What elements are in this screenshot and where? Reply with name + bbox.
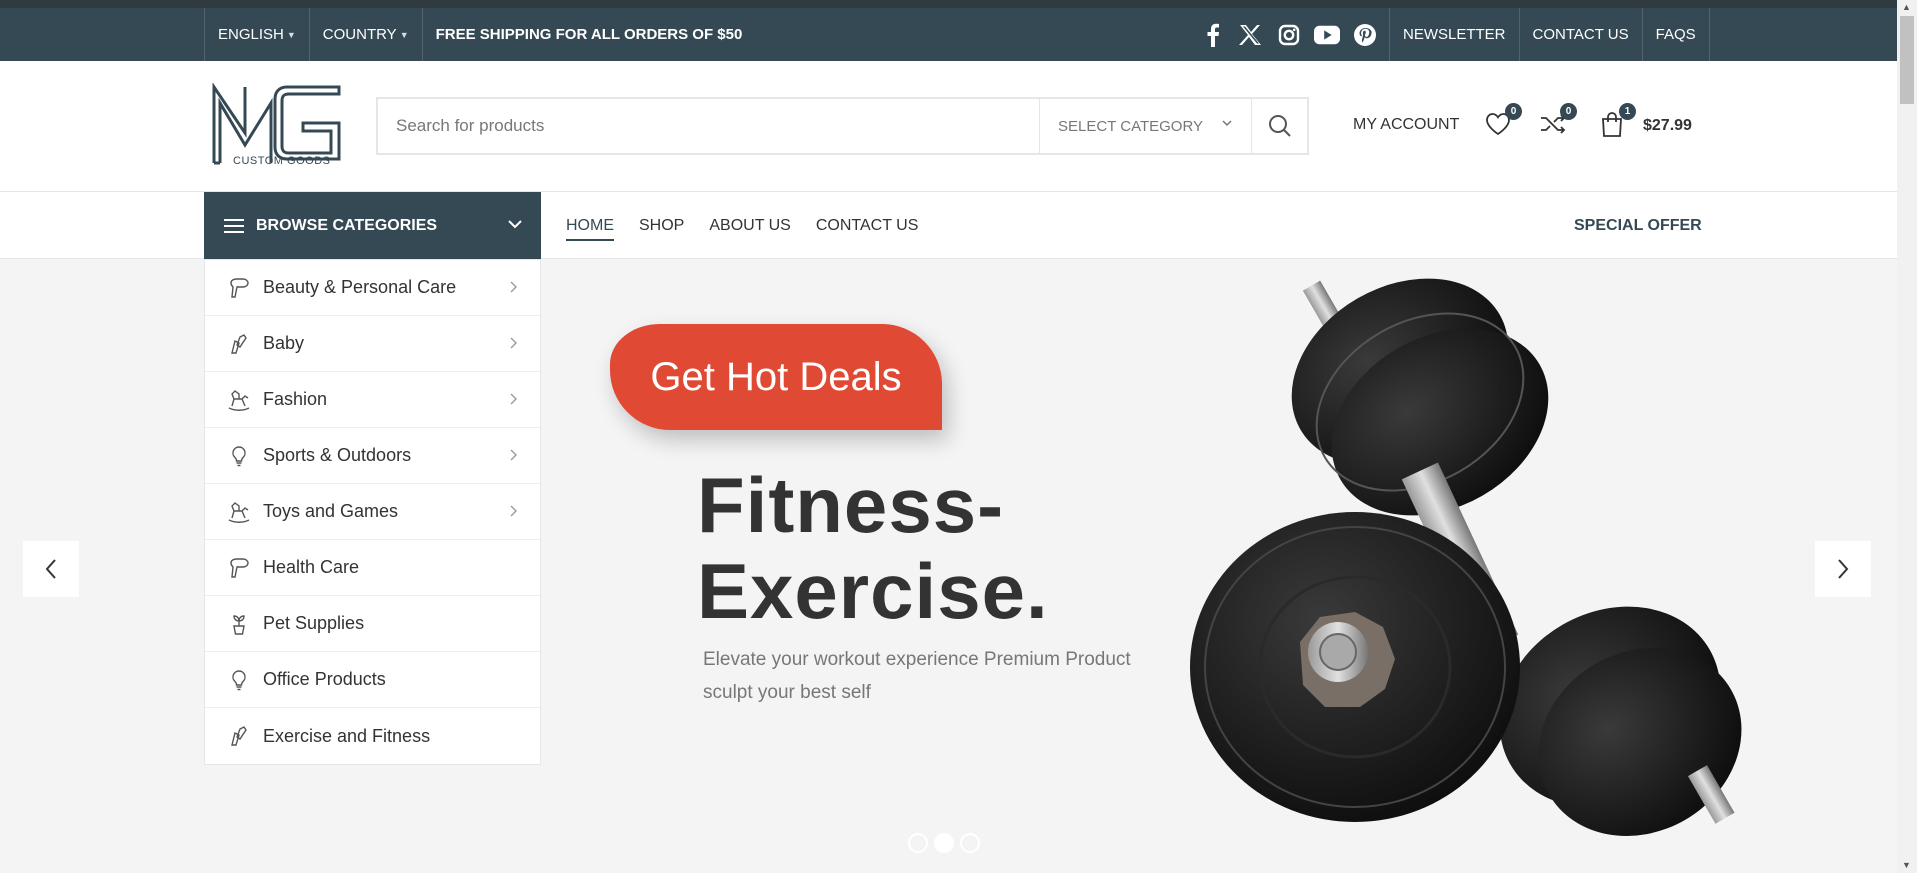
chevron-down-icon: ▼: [286, 29, 296, 40]
logo-text: CUSTOM GOODS: [233, 155, 331, 167]
dumbbell-image: [1190, 278, 1742, 836]
category-label: Beauty & Personal Care: [263, 277, 457, 297]
page-scrollbar[interactable]: ▲ ▼: [1897, 0, 1917, 873]
category-label: Health Care: [263, 557, 360, 577]
cart-total[interactable]: $27.99: [1643, 117, 1692, 135]
category-item-sports[interactable]: Sports & Outdoors: [205, 428, 540, 484]
scroll-down-arrow-icon[interactable]: ▼: [1902, 860, 1911, 870]
category-label: Baby: [263, 333, 305, 353]
chevron-right-icon: [510, 393, 517, 405]
category-item-office[interactable]: Office Products: [205, 652, 540, 708]
category-label: Office Products: [263, 669, 386, 689]
category-menu: Beauty & Personal Care Baby Fashion Spor…: [204, 259, 541, 765]
x-icon[interactable]: [1238, 22, 1264, 48]
slider-dot-3[interactable]: [960, 833, 980, 853]
category-label: Pet Supplies: [263, 613, 365, 633]
contact-us-link[interactable]: CONTACT US: [1518, 8, 1642, 61]
nav-about-us[interactable]: ABOUT US: [709, 217, 791, 235]
special-offer-link[interactable]: SPECIAL OFFER: [1574, 217, 1702, 235]
compare-button[interactable]: 0: [1539, 103, 1577, 140]
category-label: Fashion: [263, 389, 328, 409]
hero-title: Fitness- Exercise.: [697, 462, 1049, 634]
social-links: [1200, 8, 1378, 61]
tools-icon: [227, 332, 251, 356]
category-item-toys[interactable]: Toys and Games: [205, 484, 540, 540]
top-bar: ENGLISH ▼ COUNTRY ▼ FREE SHIPPING FOR ALL …: [0, 8, 1897, 61]
main-nav: HOME SHOP ABOUT US CONTACT US: [566, 192, 918, 259]
hairdryer-icon: [227, 276, 251, 300]
hero-title-line1: Fitness-: [697, 461, 1005, 549]
cart-button[interactable]: 1: [1598, 103, 1636, 140]
hero-subtitle: Elevate your workout experience Premium …: [703, 649, 1131, 703]
cart-count-badge: 1: [1619, 103, 1636, 120]
facebook-icon[interactable]: [1200, 22, 1226, 48]
scrollbar-thumb[interactable]: [1900, 16, 1914, 104]
browse-categories-button[interactable]: BROWSE CATEGORIES: [204, 192, 541, 259]
nav-home[interactable]: HOME: [566, 217, 614, 241]
wishlist-count-badge: 0: [1505, 103, 1522, 120]
category-item-health-care[interactable]: Health Care: [205, 540, 540, 596]
my-account-link[interactable]: MY ACCOUNT: [1353, 116, 1459, 134]
category-item-fashion[interactable]: Fashion: [205, 372, 540, 428]
top-links: NEWSLETTER CONTACT US FAQS: [1389, 8, 1710, 61]
chevron-right-icon: [510, 449, 517, 461]
category-label: Toys and Games: [263, 501, 399, 521]
category-item-beauty[interactable]: Beauty & Personal Care: [205, 260, 540, 316]
site-header: CUSTOM GOODS SELECT CATEGORY MY ACCOUNT …: [0, 61, 1897, 192]
search-bar: SELECT CATEGORY: [376, 97, 1309, 155]
country-selector[interactable]: COUNTRY ▼: [308, 8, 422, 61]
pinterest-icon[interactable]: [1352, 22, 1378, 48]
browser-top-strip: [0, 0, 1917, 8]
category-label: Exercise and Fitness: [263, 725, 431, 746]
slider-dots: [908, 833, 980, 853]
faqs-link[interactable]: FAQS: [1641, 8, 1710, 61]
scroll-up-arrow-icon[interactable]: ▲: [1902, 2, 1911, 12]
search-input[interactable]: [378, 99, 1039, 153]
language-selector[interactable]: ENGLISH ▼: [204, 8, 309, 61]
slider-dot-2[interactable]: [934, 833, 954, 853]
slider-next-button[interactable]: [1815, 541, 1871, 597]
rocking-horse-icon: [227, 388, 251, 412]
category-label: Sports & Outdoors: [263, 445, 412, 465]
wishlist-button[interactable]: 0: [1484, 103, 1522, 140]
lightbulb-icon: [227, 444, 251, 468]
nav-shop[interactable]: SHOP: [639, 217, 684, 235]
category-item-baby[interactable]: Baby: [205, 316, 540, 372]
tools-icon: [227, 724, 251, 748]
chevron-down-icon: [1222, 120, 1232, 127]
chevron-left-icon: [45, 559, 56, 579]
search-icon: [1268, 115, 1291, 137]
lightbulb-icon: [227, 668, 251, 692]
language-label: ENGLISH: [218, 26, 284, 43]
chevron-right-icon: [510, 337, 517, 349]
category-select[interactable]: SELECT CATEGORY: [1039, 99, 1251, 153]
category-select-label: SELECT CATEGORY: [1058, 117, 1204, 135]
hot-deals-badge: Get Hot Deals: [610, 324, 942, 430]
compare-count-badge: 0: [1560, 103, 1577, 120]
country-label: COUNTRY: [322, 26, 397, 43]
chevron-right-icon: [510, 505, 517, 517]
slider-prev-button[interactable]: [23, 541, 79, 597]
slider-dot-1[interactable]: [908, 833, 928, 853]
category-item-exercise[interactable]: Exercise and Fitness: [205, 708, 540, 764]
chevron-right-icon: [1838, 559, 1849, 579]
main-navbar: BROWSE CATEGORIES HOME SHOP ABOUT US CON…: [0, 192, 1897, 259]
rocking-horse-icon: [227, 500, 251, 524]
youtube-icon[interactable]: [1314, 22, 1340, 48]
shipping-notice: FREE SHIPPING FOR ALL ORDERS OF $50: [421, 8, 742, 61]
instagram-icon[interactable]: [1276, 22, 1302, 48]
hairdryer-icon: [227, 556, 251, 580]
category-item-pet-supplies[interactable]: Pet Supplies: [205, 596, 540, 652]
newsletter-link[interactable]: NEWSLETTER: [1389, 8, 1519, 61]
chevron-right-icon: [510, 281, 517, 293]
search-button[interactable]: [1251, 99, 1307, 153]
hamburger-icon: [224, 218, 244, 233]
plant-icon: [227, 612, 251, 636]
hero-title-line2: Exercise.: [697, 547, 1049, 635]
nav-contact-us[interactable]: CONTACT US: [816, 217, 919, 235]
chevron-down-icon: [508, 220, 522, 229]
browse-categories-label: BROWSE CATEGORIES: [256, 216, 438, 234]
chevron-down-icon: ▼: [399, 29, 409, 40]
